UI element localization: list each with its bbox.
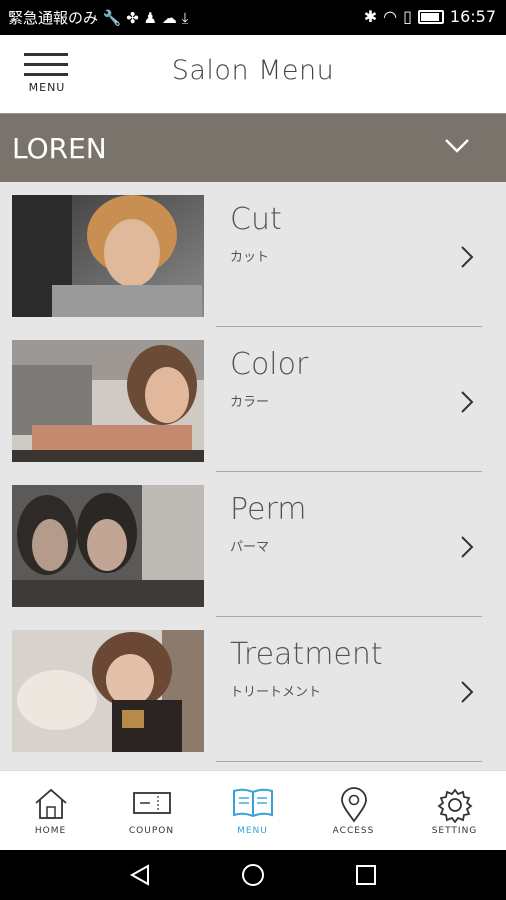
- battery-icon: [417, 9, 444, 24]
- menu-item-subtitle: パーマ: [230, 540, 270, 555]
- chevron-right-icon: [461, 536, 474, 558]
- menu-item-cut[interactable]: Cut カット: [0, 182, 506, 327]
- bluetooth-icon: ✱: [363, 7, 378, 26]
- cloud-icon: ☁: [161, 9, 177, 27]
- menu-item-title: Color: [230, 347, 309, 382]
- clock: 16:57: [449, 7, 496, 26]
- chevron-right-icon: [461, 391, 474, 413]
- tab-label: COUPON: [128, 826, 175, 836]
- home-circle-icon[interactable]: [241, 863, 265, 887]
- wifi-icon: ◠: [383, 7, 398, 26]
- menu-item-subtitle: カット: [230, 250, 270, 265]
- back-icon[interactable]: [128, 863, 152, 887]
- tab-coupon[interactable]: COUPON: [101, 771, 202, 851]
- tab-label: SETTING: [431, 826, 478, 836]
- wrench-icon: 🔧: [102, 9, 122, 27]
- color-photo: [12, 340, 204, 462]
- menu-item-title: Perm: [230, 492, 307, 527]
- android-nav-bar: [0, 850, 506, 900]
- gear-icon: [437, 788, 472, 823]
- salon-selector[interactable]: LOREN: [0, 114, 506, 182]
- menu-list: Cut カット Color カラー Perm パーマ Treatment トリー…: [0, 182, 506, 770]
- chevron-down-icon: [445, 139, 469, 153]
- house-icon: [34, 788, 67, 819]
- carrier-text: 緊急通報のみ: [8, 9, 99, 27]
- perm-photo: [12, 485, 204, 607]
- menu-item-title: Cut: [230, 202, 282, 237]
- menu-item-perm[interactable]: Perm パーマ: [0, 472, 506, 617]
- person-icon: ♟: [143, 9, 158, 27]
- app-header: MENU Salon Menu: [0, 35, 506, 114]
- map-pin-icon: [340, 787, 367, 823]
- tab-setting[interactable]: SETTING: [404, 771, 505, 851]
- book-icon: [232, 788, 273, 818]
- menu-item-treatment[interactable]: Treatment トリートメント: [0, 617, 506, 762]
- chevron-right-icon: [461, 681, 474, 703]
- tab-bar: HOME COUPON MENU ACCESS SETTING: [0, 770, 506, 850]
- coupon-icon: [132, 792, 171, 814]
- chevron-right-icon: [461, 246, 474, 268]
- menu-item-title: Treatment: [230, 637, 383, 672]
- menu-item-subtitle: カラー: [230, 395, 270, 410]
- cut-photo: [12, 195, 204, 317]
- status-right: ✱ ◠ ▯ 16:57: [364, 7, 496, 26]
- menu-item-subtitle: トリートメント: [230, 685, 322, 700]
- salon-name: LOREN: [12, 132, 107, 165]
- sim-icon: ▯: [403, 7, 412, 26]
- status-bar: 緊急通報のみ 🔧 ✤ ♟ ☁ ⤓ ✱ ◠ ▯ 16:57: [0, 0, 506, 35]
- tab-home[interactable]: HOME: [0, 771, 101, 851]
- tab-label: ACCESS: [332, 826, 375, 836]
- page-title: Salon Menu: [171, 55, 335, 86]
- fan-icon: ✤: [126, 9, 139, 27]
- status-left: 緊急通報のみ 🔧 ✤ ♟ ☁ ⤓: [8, 7, 188, 28]
- treatment-photo: [12, 630, 204, 752]
- tab-access[interactable]: ACCESS: [303, 771, 404, 851]
- menu-item-partial[interactable]: [0, 762, 506, 770]
- menu-item-color[interactable]: Color カラー: [0, 327, 506, 472]
- download-icon: ⤓: [181, 9, 189, 27]
- tab-menu[interactable]: MENU: [202, 771, 303, 851]
- tab-label: MENU: [237, 826, 268, 836]
- tab-label: HOME: [34, 826, 67, 836]
- recents-icon[interactable]: [355, 864, 377, 886]
